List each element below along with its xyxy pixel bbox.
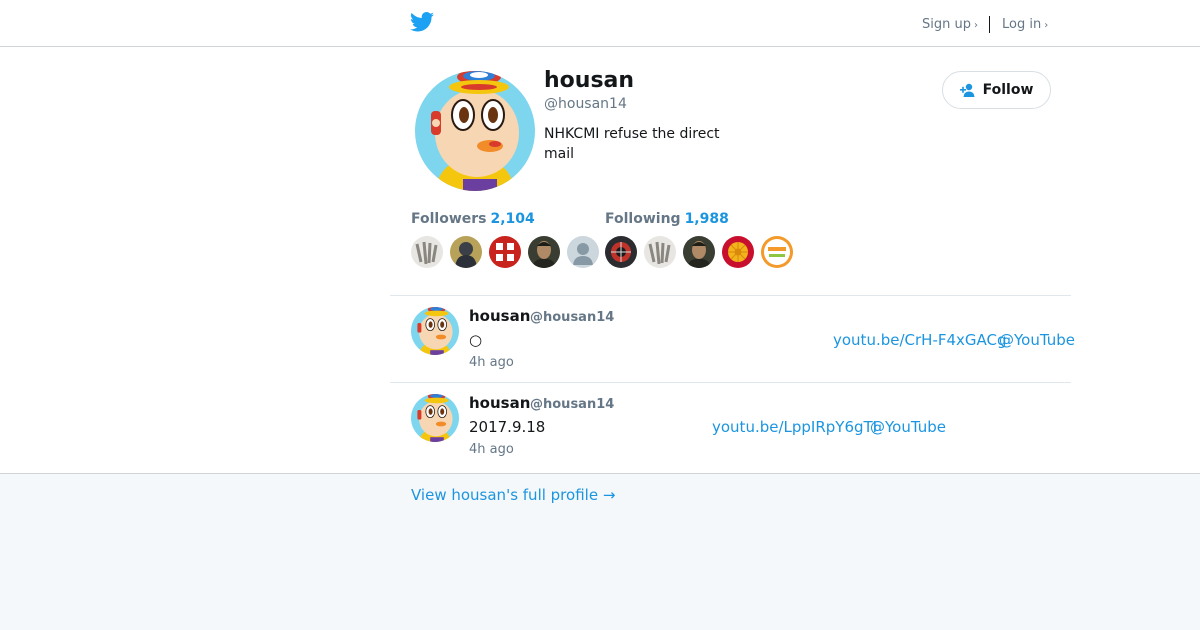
tweet-text: 2017.9.18 [469,418,546,436]
following-count: 1,988 [684,211,729,227]
tweet-avatar[interactable] [411,394,459,442]
profile-handle: @housan14 [544,96,627,112]
follower-avatar[interactable] [489,236,521,268]
tweet-link[interactable]: youtu.be/LppIRpY6gTI [712,418,877,436]
tweet-author-name[interactable]: housan [469,394,530,412]
tweet-author-handle[interactable]: @housan14 [530,310,614,325]
profile-bio: NHKCMI refuse the direct mail [544,126,720,162]
follow-label: Follow [982,82,1034,98]
following-label: Following [605,211,681,227]
following-avatar[interactable] [761,236,793,268]
view-full-profile-link[interactable]: View housan's full profile → [411,486,615,504]
tweet-item[interactable]: housan @housan14 ○ youtu.be/CrH-F4xGACg … [390,296,1075,383]
default-avatar-icon[interactable] [567,236,599,268]
tweet-text: ○ [469,331,483,349]
login-link[interactable]: Log in › [1002,17,1048,32]
tweet-mention[interactable]: @YouTube [870,418,946,436]
signup-link[interactable]: Sign up › [922,17,978,32]
login-label: Log in [1001,16,1042,32]
tweet-link[interactable]: youtu.be/CrH-F4xGACg [833,331,1007,349]
tweet-avatar[interactable] [411,307,459,355]
tweet-author-handle[interactable]: @housan14 [530,397,614,412]
following-avatar[interactable] [683,236,715,268]
following-avatar[interactable] [722,236,754,268]
follow-button[interactable]: Follow [942,71,1051,109]
tweet-timestamp[interactable]: 4h ago [469,442,514,457]
follower-avatar[interactable] [450,236,482,268]
follower-avatar[interactable] [528,236,560,268]
followers-avatars [411,236,599,268]
followers-stat[interactable]: Followers 2,104 [411,211,535,227]
followers-count: 2,104 [490,211,535,227]
chevron-right-icon: › [1044,19,1049,31]
tweet-author-name[interactable]: housan [469,307,530,325]
divider-line [988,15,990,33]
following-avatar[interactable] [605,236,637,268]
following-stat[interactable]: Following 1,988 [605,211,729,227]
tweet-mention[interactable]: @YouTube [999,331,1075,349]
profile-avatar[interactable] [415,71,535,191]
chevron-right-icon: › [973,19,978,31]
auth-links: Sign up › Log in › [922,14,1048,34]
tweet-item[interactable]: housan @housan14 2017.9.18 youtu.be/LppI… [390,383,1071,470]
following-avatars [605,236,793,268]
followers-label: Followers [411,211,487,227]
follower-avatar[interactable] [411,236,443,268]
signup-label: Sign up [922,16,971,32]
profile-card: housan @housan14 NHKCMI refuse the direc… [0,47,1200,474]
profile-name: housan [544,68,635,93]
follow-person-icon [959,83,975,97]
tweet-timestamp[interactable]: 4h ago [469,355,514,370]
top-bar: Sign up › Log in › [0,0,1200,47]
following-avatar[interactable] [644,236,676,268]
twitter-bird-icon[interactable] [410,11,434,33]
